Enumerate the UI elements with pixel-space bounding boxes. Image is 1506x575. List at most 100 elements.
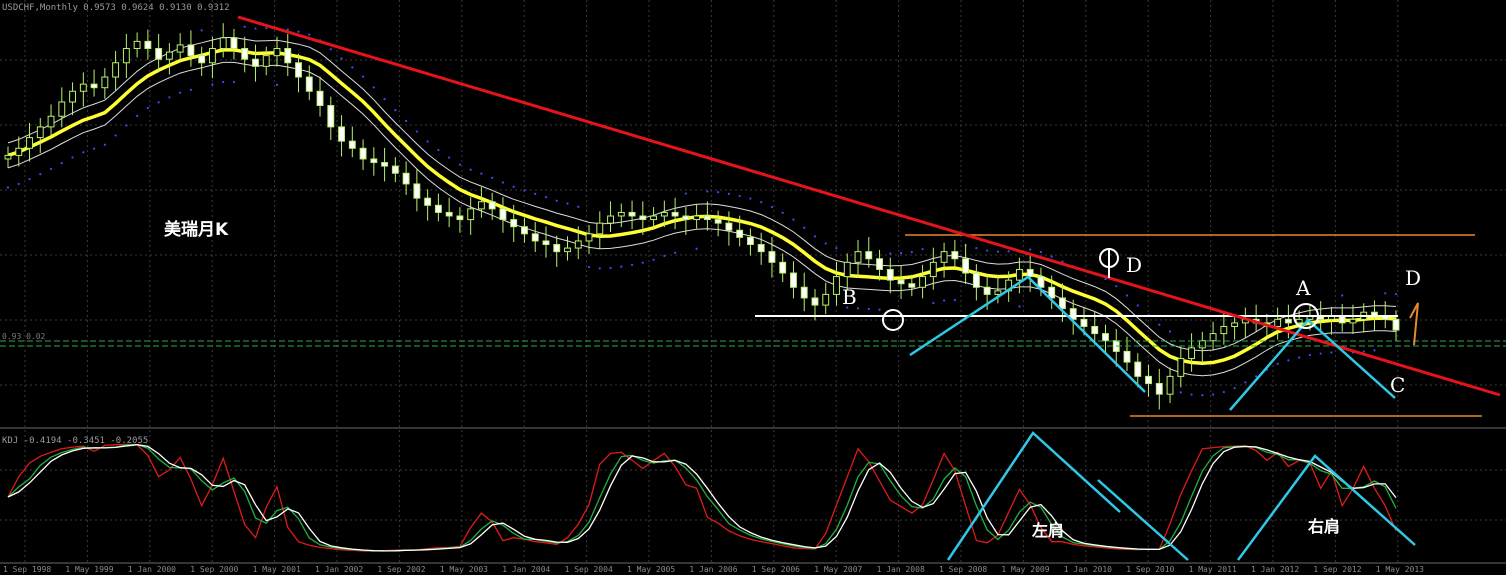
sar-dot [1158,323,1161,326]
sar-dot [1298,356,1301,359]
x-tick-label: 1 Jan 2012 [1251,565,1299,574]
candle-body [165,51,173,60]
x-tick-label: 1 May 2001 [253,565,301,574]
sar-dot [491,176,494,179]
candle-body [69,90,76,103]
sar-dot [1050,255,1053,258]
candle-body [994,290,1002,295]
sar-dot [1179,391,1182,394]
candle-body [596,222,604,235]
sar-dot [684,192,687,195]
sar-dot [136,114,139,117]
candle-body [800,286,808,299]
candle-body [574,240,582,249]
candle-body [1295,318,1303,324]
candle-body [746,236,754,246]
candle-body [886,268,894,281]
sar-dot [1115,285,1118,288]
bollinger-bands [7,37,1397,377]
candle-body [725,222,733,231]
candle-body [58,101,66,117]
x-tick-label: 1 Sep 2000 [190,565,238,574]
candle-body [1349,318,1357,324]
candle-body [585,233,593,242]
x-tick-label: 1 Sep 2002 [377,565,425,574]
sar-dot [157,101,160,104]
sar-dot [652,258,655,261]
candle-body [198,55,206,64]
candle-body [1220,325,1228,335]
indicator-right-shoulder [1236,454,1416,561]
candle-body [477,201,485,210]
indicator-info: KDJ -0.4194 -0.3451 -0.2055 [2,436,148,446]
sar-dot [641,261,644,264]
sar-dot [566,202,569,205]
candle-body [327,105,335,128]
candle-body [47,115,55,128]
sar-dot [232,80,236,84]
sar-dot [760,201,763,204]
sar-dot [544,196,548,199]
candle-body [1059,297,1066,310]
sar-dot [60,162,63,165]
candle-body [983,286,991,295]
candle-body [682,215,690,221]
sar-dot [620,265,623,268]
candle-body [133,40,141,50]
candle-body [1155,382,1163,395]
candle-body [230,37,238,50]
candle-body [1231,322,1239,327]
x-tick-label: 1 May 2003 [440,565,488,574]
sar-dot [222,80,225,84]
candle-body [467,208,475,221]
candle-body [811,297,819,306]
candle-body [413,183,421,199]
x-tick-label: 1 Sep 2008 [939,565,987,574]
candle-body [4,154,12,160]
candle-body [854,251,862,263]
sar-dot [1136,304,1139,307]
sar-dot [770,205,774,209]
sar-dot [738,194,741,198]
sar-dot [1373,349,1376,352]
candle-body [617,211,625,217]
candle-body [736,229,744,238]
candle-body [650,215,658,221]
candle-body [295,62,302,78]
candle-body [144,40,152,50]
sar-dot [630,263,634,266]
candle-body [919,276,927,288]
current-marker [1409,302,1419,346]
sar-dot [609,266,612,270]
sar-dot [437,148,440,152]
x-tick-label: 1 Jan 2002 [315,565,363,574]
x-tick-label: 1 Sep 2010 [1126,565,1174,574]
sar-dot [749,197,752,200]
sar-dot [717,191,720,194]
candle-body [1198,340,1206,349]
candle-body [1166,375,1174,395]
sar-dot [663,254,666,258]
sar-dot [426,140,429,143]
candle-body [499,208,507,221]
sar-dot [1190,393,1193,396]
band-line [7,37,1397,352]
sar-dot [49,167,53,171]
candle-body [316,90,324,107]
candle-body [833,276,840,295]
sar-dot [82,151,85,154]
candle-body [456,215,464,221]
sar-dot [405,119,408,122]
grid [0,0,1506,563]
candle-body [671,211,679,217]
candle-body [693,215,701,221]
candle-body [252,58,259,67]
candle-body [1145,375,1152,384]
sar-dot [275,83,279,86]
sar-dot [168,96,171,99]
candle-body [187,44,195,57]
candle-body [951,251,959,260]
candle-body [1392,318,1400,331]
sar-dot [942,299,946,302]
sar-dot [200,29,203,32]
